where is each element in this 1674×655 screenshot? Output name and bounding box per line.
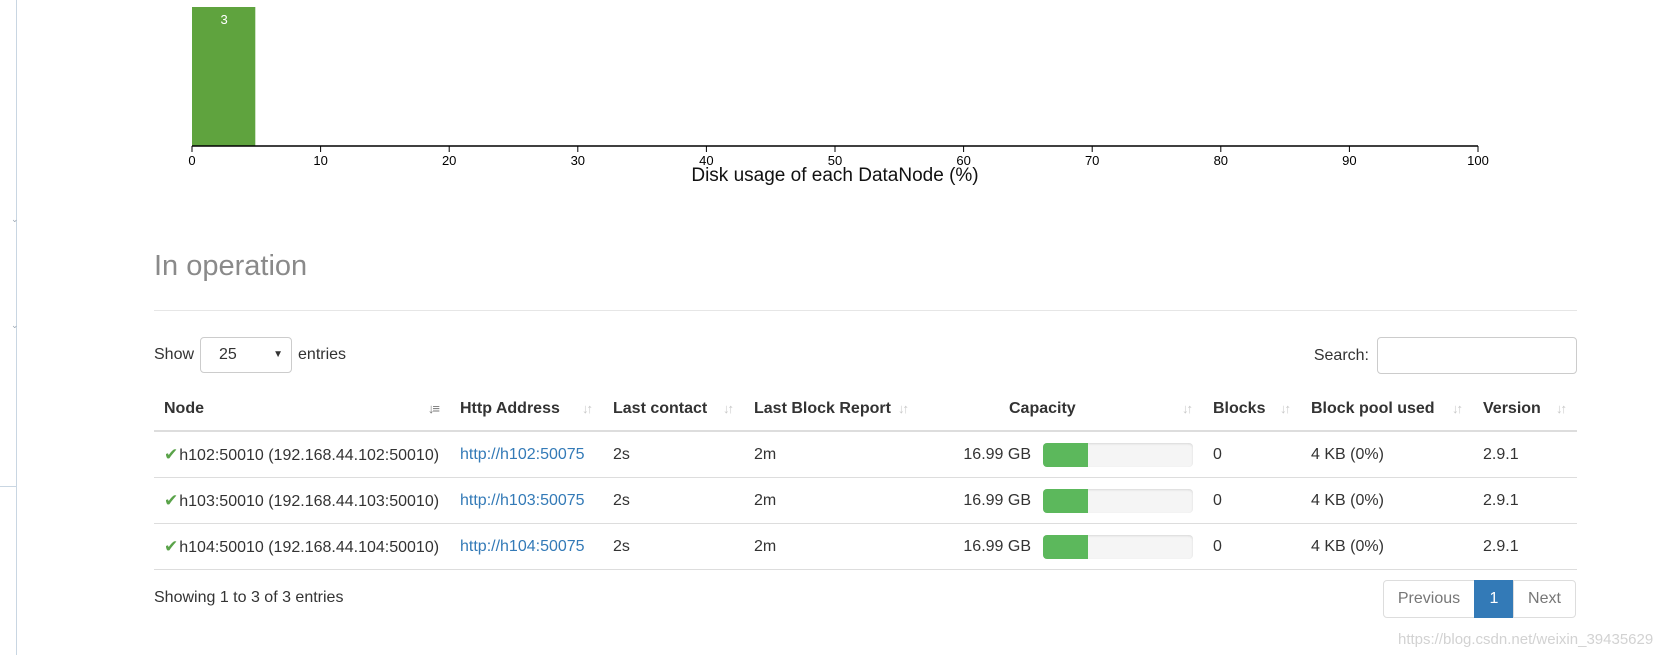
capacity-progress-bar — [1043, 442, 1193, 467]
last-block-report-cell: 2m — [744, 523, 919, 570]
capacity-progress-bar — [1043, 488, 1193, 513]
x-axis-tick-label: 30 — [571, 153, 585, 168]
version-cell: 2.9.1 — [1473, 523, 1577, 570]
block-pool-used-cell: 4 KB (0%) — [1301, 523, 1473, 570]
capacity-progress-bar — [1043, 534, 1193, 559]
capacity-cell: 16.99 GB — [919, 431, 1203, 478]
x-axis-tick-label: 0 — [188, 153, 195, 168]
previous-page-button[interactable]: Previous — [1383, 580, 1475, 618]
capacity-progress-fill — [1043, 442, 1088, 467]
watermark: https://blog.csdn.net/weixin_39435629 — [1398, 631, 1654, 648]
search-input[interactable] — [1377, 337, 1577, 374]
check-icon: ✔ — [164, 490, 179, 510]
node-cell: ✔h104:50010 (192.168.44.104:50010) — [154, 523, 450, 570]
left-edge-glyph: ⌄ — [11, 214, 19, 224]
disk-usage-histogram: 3 0 10 20 30 40 50 60 70 80 90 100 Disk usage of e… — [188, 7, 1489, 186]
last-contact-cell: 2s — [603, 477, 744, 524]
capacity-progress-fill — [1043, 488, 1088, 513]
sort-both-icon: ↓↑ — [1452, 401, 1463, 416]
last-block-report-cell: 2m — [744, 477, 919, 524]
column-header-block-pool-used[interactable]: Block pool used ↓↑ — [1301, 388, 1473, 432]
x-axis-tick-label: 10 — [313, 153, 327, 168]
x-axis-tick-label: 20 — [442, 153, 456, 168]
blocks-cell: 0 — [1203, 523, 1301, 570]
sort-both-icon: ↓↑ — [723, 401, 734, 416]
table-row: ✔h104:50010 (192.168.44.104:50010) http:… — [154, 523, 1577, 570]
column-header-http-address[interactable]: Http Address ↓↑ — [450, 388, 603, 432]
last-contact-cell: 2s — [603, 431, 744, 478]
node-cell: ✔h102:50010 (192.168.44.102:50010) — [154, 431, 450, 478]
column-header-capacity[interactable]: Capacity ↓↑ — [919, 388, 1203, 432]
table-row: ✔h103:50010 (192.168.44.103:50010) http:… — [154, 477, 1577, 524]
capacity-value: 16.99 GB — [963, 537, 1031, 555]
sort-both-icon: ↓↑ — [1556, 401, 1567, 416]
sort-asc-icon: ↓≡ — [427, 401, 440, 416]
blocks-cell: 0 — [1203, 477, 1301, 524]
table-row: ✔h102:50010 (192.168.44.102:50010) http:… — [154, 431, 1577, 478]
check-icon: ✔ — [164, 536, 179, 556]
block-pool-used-cell: 4 KB (0%) — [1301, 477, 1473, 524]
next-page-button[interactable]: Next — [1513, 580, 1576, 618]
block-pool-used-cell: 4 KB (0%) — [1301, 431, 1473, 478]
entries-label: entries — [298, 346, 347, 363]
http-address-cell: http://h104:50075 — [450, 523, 603, 570]
sort-both-icon: ↓↑ — [1182, 401, 1193, 416]
page-1-button[interactable]: 1 — [1474, 580, 1514, 618]
http-address-link[interactable]: http://h104:50075 — [460, 538, 585, 555]
capacity-value: 16.99 GB — [963, 445, 1031, 463]
histogram-bar — [192, 7, 256, 146]
version-cell: 2.9.1 — [1473, 477, 1577, 524]
sort-both-icon: ↓↑ — [898, 401, 909, 416]
capacity-cell: 16.99 GB — [919, 523, 1203, 570]
x-axis-label: Disk usage of each DataNode (%) — [691, 165, 978, 186]
search-label: Search: — [1313, 346, 1369, 364]
pagination: Previous 1 Next — [1383, 580, 1576, 618]
capacity-progress-fill — [1043, 534, 1088, 559]
table-info: Showing 1 to 3 of 3 entries — [154, 589, 344, 606]
version-cell: 2.9.1 — [1473, 431, 1577, 478]
caret-down-icon: ▼ — [273, 349, 284, 360]
left-edge-glyph: ⌄ — [11, 320, 19, 330]
last-contact-cell: 2s — [603, 523, 744, 570]
length-control: Show 25 ▼ entries — [154, 337, 346, 373]
http-address-link[interactable]: http://h102:50075 — [460, 446, 585, 463]
entries-select[interactable]: 25 ▼ — [200, 337, 293, 373]
x-axis-tick-label: 100 — [1467, 153, 1489, 168]
column-header-last-block-report[interactable]: Last Block Report ↓↑ — [744, 388, 919, 432]
http-address-cell: http://h102:50075 — [450, 431, 603, 478]
blocks-cell: 0 — [1203, 431, 1301, 478]
check-icon: ✔ — [164, 444, 179, 464]
left-divider — [0, 486, 16, 487]
datanodes-table: Node ↓≡ Http Address ↓↑ Last contact ↓↑ Las… — [154, 388, 1577, 570]
column-header-blocks[interactable]: Blocks ↓↑ — [1203, 388, 1301, 432]
table-header-row: Node ↓≡ Http Address ↓↑ Last contact ↓↑ Las… — [154, 388, 1577, 432]
section-divider — [154, 310, 1577, 311]
capacity-value: 16.99 GB — [963, 491, 1031, 509]
x-axis-tick-label: 90 — [1342, 153, 1356, 168]
http-address-cell: http://h103:50075 — [450, 477, 603, 524]
column-header-node[interactable]: Node ↓≡ — [154, 388, 450, 432]
node-cell: ✔h103:50010 (192.168.44.103:50010) — [154, 477, 450, 524]
histogram-bar-label: 3 — [221, 12, 228, 27]
column-header-last-contact[interactable]: Last contact ↓↑ — [603, 388, 744, 432]
capacity-cell: 16.99 GB — [919, 477, 1203, 524]
column-header-version[interactable]: Version ↓↑ — [1473, 388, 1577, 432]
http-address-link[interactable]: http://h103:50075 — [460, 492, 585, 509]
sort-both-icon: ↓↑ — [1280, 401, 1291, 416]
section-title: In operation — [154, 250, 308, 282]
x-axis-tick-label: 70 — [1085, 153, 1099, 168]
x-axis-tick-label: 80 — [1214, 153, 1228, 168]
sort-both-icon: ↓↑ — [582, 401, 593, 416]
last-block-report-cell: 2m — [744, 431, 919, 478]
show-label: Show — [154, 346, 195, 363]
search-control: Search: — [1314, 337, 1577, 374]
entries-select-value: 25 — [219, 346, 237, 363]
